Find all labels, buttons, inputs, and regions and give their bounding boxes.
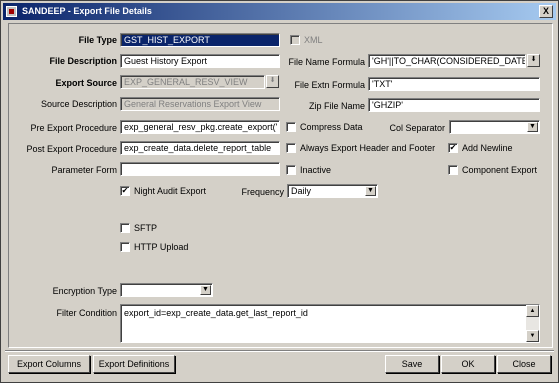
file-type-label: File Type xyxy=(78,35,117,45)
chevron-down-icon[interactable]: ▼ xyxy=(365,186,376,196)
file-type-field[interactable]: GST_HIST_EXPORT xyxy=(120,33,280,47)
frequency-value: Daily xyxy=(291,186,312,196)
filter-condition-textarea[interactable]: export_id=exp_create_data.get_last_repor… xyxy=(120,304,540,343)
export-columns-button[interactable]: Export Columns xyxy=(8,355,90,373)
add-newline-checkbox[interactable]: ✔ xyxy=(448,143,458,153)
col-separator-select[interactable]: ▼ xyxy=(449,120,540,134)
footer-divider xyxy=(5,350,554,352)
file-extn-formula-label: File Extn Formula xyxy=(294,80,365,90)
pre-export-procedure-label: Pre Export Procedure xyxy=(30,123,117,133)
file-extn-formula-field[interactable]: 'TXT' xyxy=(368,77,540,91)
app-icon xyxy=(6,6,17,17)
chevron-down-icon[interactable]: ▼ xyxy=(527,122,538,132)
save-button[interactable]: Save xyxy=(385,355,439,373)
add-newline-label: Add Newline xyxy=(462,143,513,153)
post-export-procedure-field[interactable]: exp_create_data.delete_report_table xyxy=(120,141,280,155)
filter-condition-scrollbar[interactable]: ▲ ▼ xyxy=(526,305,539,342)
window-close-button[interactable]: X xyxy=(539,5,553,18)
component-export-label: Component Export xyxy=(462,165,538,175)
compress-data-checkbox[interactable] xyxy=(286,122,296,132)
zip-file-name-label: Zip File Name xyxy=(308,101,365,111)
export-definitions-button[interactable]: Export Definitions xyxy=(93,355,175,373)
source-description-field: General Reservations Export View xyxy=(120,97,280,111)
export-source-label: Export Source xyxy=(55,78,117,88)
sftp-label: SFTP xyxy=(134,223,158,233)
sftp-checkbox[interactable] xyxy=(120,223,130,233)
pre-export-procedure-field[interactable]: exp_general_resv_pkg.create_export(' xyxy=(120,120,280,134)
encryption-type-label: Encryption Type xyxy=(52,286,117,296)
zip-file-name-field[interactable]: 'GHZIP' xyxy=(368,98,540,112)
http-upload-checkbox[interactable] xyxy=(120,242,130,252)
encryption-type-select[interactable]: ▼ xyxy=(120,283,213,297)
source-description-label: Source Description xyxy=(40,99,117,109)
ok-button[interactable]: OK xyxy=(441,355,495,373)
http-upload-label: HTTP Upload xyxy=(134,242,189,252)
window-title: SANDEEP - Export File Details xyxy=(22,6,152,16)
night-audit-export-checkbox[interactable]: ✔ xyxy=(120,186,130,196)
file-name-formula-lov-button[interactable]: ⬇ xyxy=(527,54,540,67)
frequency-label: Frequency xyxy=(241,187,284,197)
file-description-label: File Description xyxy=(49,56,117,66)
frequency-select[interactable]: Daily ▼ xyxy=(287,184,378,198)
xml-checkbox[interactable] xyxy=(290,35,300,45)
night-audit-export-label: Night Audit Export xyxy=(134,186,207,196)
compress-data-label: Compress Data xyxy=(300,122,363,132)
title-bar: SANDEEP - Export File Details X xyxy=(3,3,556,20)
file-name-formula-label: File Name Formula xyxy=(288,57,365,67)
close-button[interactable]: Close xyxy=(497,355,551,373)
file-name-formula-field[interactable]: 'GH'||TO_CHAR(CONSIDERED_DATE xyxy=(368,54,526,68)
scroll-up-icon[interactable]: ▲ xyxy=(526,305,539,317)
always-export-header-checkbox[interactable] xyxy=(286,143,296,153)
filter-condition-text: export_id=exp_create_data.get_last_repor… xyxy=(124,308,308,318)
parameter-form-field[interactable] xyxy=(120,162,280,176)
xml-label: XML xyxy=(304,35,323,45)
export-source-field[interactable]: EXP_GENERAL_RESV_VIEW xyxy=(120,75,265,89)
export-source-lov-button[interactable]: ⬇ xyxy=(266,75,279,88)
inactive-label: Inactive xyxy=(300,165,332,175)
col-separator-label: Col Separator xyxy=(389,123,445,133)
parameter-form-label: Parameter Form xyxy=(51,165,117,175)
component-export-checkbox[interactable] xyxy=(448,165,458,175)
chevron-down-icon[interactable]: ▼ xyxy=(200,285,211,295)
export-file-details-window: SANDEEP - Export File Details X File Typ… xyxy=(0,0,559,383)
filter-condition-label: Filter Condition xyxy=(56,308,117,318)
always-export-header-label: Always Export Header and Footer xyxy=(300,143,436,153)
file-description-field[interactable]: Guest History Export xyxy=(120,54,280,68)
inactive-checkbox[interactable] xyxy=(286,165,296,175)
post-export-procedure-label: Post Export Procedure xyxy=(26,144,117,154)
scroll-down-icon[interactable]: ▼ xyxy=(526,330,539,342)
